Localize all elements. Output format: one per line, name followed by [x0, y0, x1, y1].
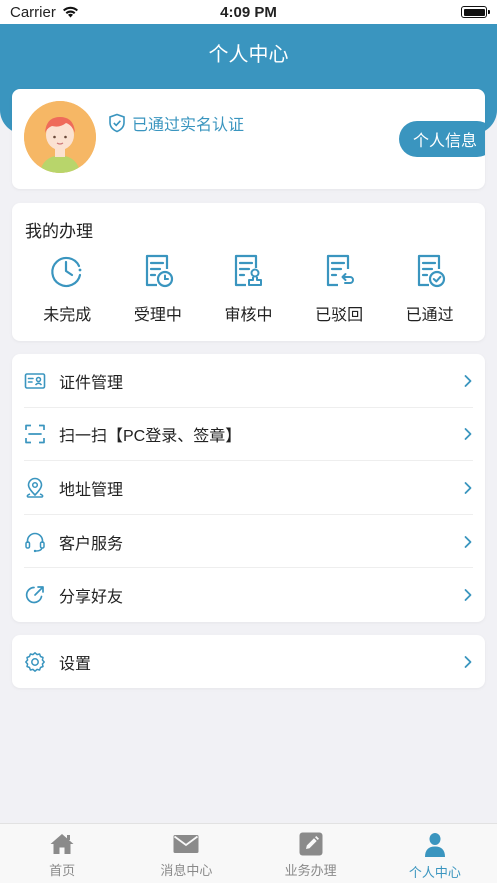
document-check-icon — [417, 254, 445, 288]
chevron-right-icon — [464, 535, 472, 548]
chevron-right-icon — [464, 374, 472, 387]
my-handle-items: 未完成 受理中 审核中 已驳回 已通过 — [12, 253, 485, 325]
carrier-label: Carrier — [10, 3, 56, 21]
menu-item-id-management[interactable]: 证件管理 — [12, 354, 485, 408]
handle-item-rejected[interactable]: 已驳回 — [304, 253, 374, 325]
edit-icon — [299, 832, 323, 856]
battery-icon — [461, 6, 490, 18]
tab-messages[interactable]: 消息中心 — [124, 824, 248, 883]
menu-item-share[interactable]: 分享好友 — [12, 568, 485, 622]
menu-item-label: 证件管理 — [59, 374, 124, 392]
handle-item-label: 已驳回 — [315, 307, 364, 324]
handle-item-accepting[interactable]: 受理中 — [123, 253, 193, 325]
menu-item-address[interactable]: 地址管理 — [12, 461, 485, 515]
shield-check-icon — [109, 113, 125, 133]
tab-label: 首页 — [49, 863, 76, 878]
page-title: 个人中心 — [208, 44, 289, 66]
home-icon — [50, 834, 74, 854]
headset-icon — [24, 531, 46, 553]
my-handle-card: 我的办理 未完成 受理中 审核中 已驳回 已通过 — [12, 203, 485, 341]
personal-info-button[interactable]: 个人信息 — [398, 121, 485, 157]
avatar[interactable] — [24, 101, 96, 173]
tab-profile[interactable]: 个人中心 — [373, 824, 497, 883]
document-stamp-icon — [235, 254, 263, 287]
menu-item-label: 客户服务 — [59, 535, 124, 553]
status-bar: Carrier 4:09 PM — [0, 0, 497, 24]
gear-icon — [24, 651, 46, 673]
location-icon — [24, 477, 46, 499]
tab-business[interactable]: 业务办理 — [249, 824, 373, 883]
menu-card: 证件管理 扫一扫【PC登录、签章】 地址管理 客户服务 分享好友 — [12, 354, 485, 622]
document-return-icon — [326, 254, 355, 287]
handle-item-incomplete[interactable]: 未完成 — [32, 253, 102, 325]
share-icon — [24, 584, 46, 606]
id-card-icon — [24, 370, 46, 392]
handle-item-label: 受理中 — [133, 307, 182, 324]
tab-home[interactable]: 首页 — [0, 824, 124, 883]
tab-label: 个人中心 — [408, 865, 461, 880]
profile-card: 已通过实名认证 个人信息 — [12, 89, 485, 189]
chevron-right-icon — [464, 482, 472, 494]
chevron-right-icon — [464, 655, 472, 668]
scan-icon — [24, 423, 46, 445]
tab-bar: 首页 消息中心 业务办理 个人中心 — [0, 823, 497, 883]
verified-text: 已通过实名认证 — [132, 117, 245, 134]
verified-status: 已通过实名认证 — [108, 111, 244, 135]
mail-icon — [173, 835, 199, 853]
tab-label: 消息中心 — [160, 863, 213, 878]
handle-item-label: 未完成 — [43, 307, 92, 324]
settings-card: 设置 — [12, 635, 485, 688]
status-left: Carrier — [10, 4, 79, 21]
status-time: 4:09 PM — [220, 3, 277, 21]
settings-label: 设置 — [59, 655, 92, 673]
document-clock-icon — [145, 254, 173, 288]
handle-item-reviewing[interactable]: 审核中 — [213, 253, 283, 325]
user-icon — [424, 833, 445, 857]
menu-item-label: 地址管理 — [59, 481, 124, 499]
handle-item-label: 审核中 — [224, 307, 273, 324]
clock-icon — [51, 256, 82, 288]
avatar-illustration — [24, 101, 96, 173]
my-handle-title: 我的办理 — [25, 222, 93, 241]
menu-item-label: 分享好友 — [59, 589, 124, 607]
handle-item-label: 已通过 — [405, 307, 454, 324]
menu-item-label: 扫一扫【PC登录、签章】 — [59, 428, 242, 446]
wifi-icon — [62, 6, 78, 18]
chevron-right-icon — [464, 428, 472, 441]
menu-item-settings[interactable]: 设置 — [12, 635, 485, 688]
menu-item-customer-service[interactable]: 客户服务 — [12, 515, 485, 569]
menu-item-scan[interactable]: 扫一扫【PC登录、签章】 — [12, 408, 485, 462]
tab-label: 业务办理 — [284, 863, 337, 878]
chevron-right-icon — [464, 589, 472, 602]
handle-item-approved[interactable]: 已通过 — [395, 253, 465, 325]
